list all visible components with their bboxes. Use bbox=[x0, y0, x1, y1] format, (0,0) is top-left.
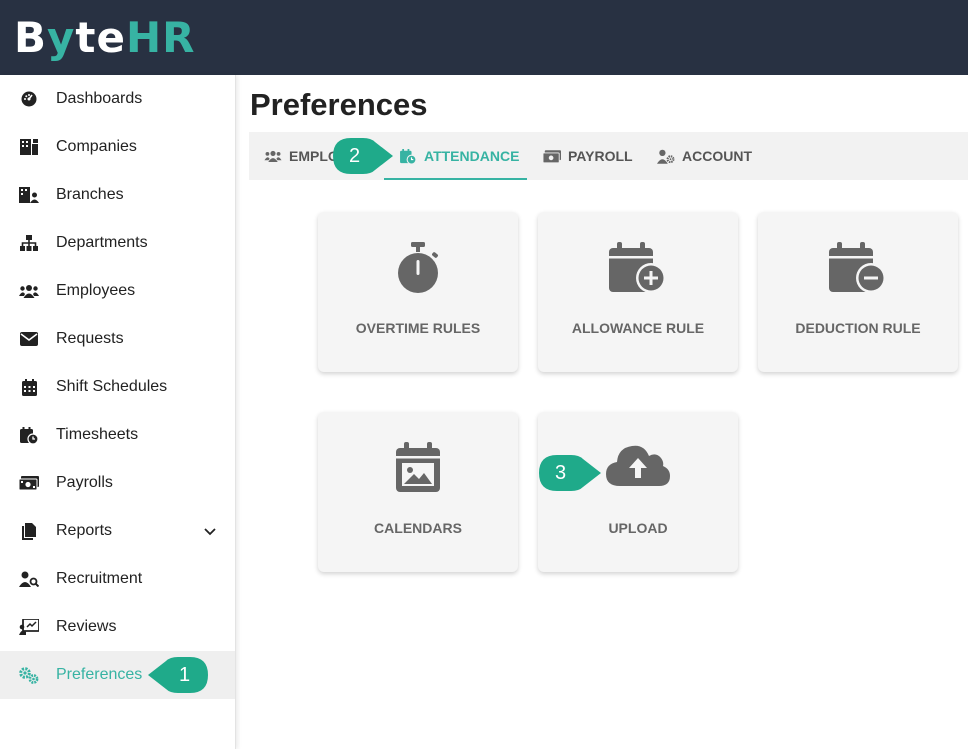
calendar-icon bbox=[19, 377, 39, 397]
file-icon bbox=[19, 521, 39, 541]
sidebar: Dashboards Companies Branches Department… bbox=[0, 75, 236, 749]
sidebar-item-dashboards[interactable]: Dashboards bbox=[0, 75, 235, 123]
card-label: CALENDARS bbox=[374, 520, 462, 536]
sitemap-icon bbox=[19, 233, 39, 253]
sidebar-item-requests[interactable]: Requests bbox=[0, 315, 235, 363]
sidebar-item-label: Payrolls bbox=[56, 474, 113, 491]
sidebar-item-label: Requests bbox=[56, 330, 124, 347]
sidebar-item-label: Reports bbox=[56, 522, 113, 539]
page-title: Preferences bbox=[250, 87, 428, 122]
user-search-icon bbox=[19, 569, 39, 589]
logo-text-te: te bbox=[75, 13, 126, 62]
sidebar-item-label: Reviews bbox=[56, 618, 117, 635]
calendar-minus-icon bbox=[758, 242, 958, 298]
sidebar-item-departments[interactable]: Departments bbox=[0, 219, 235, 267]
users-icon bbox=[264, 147, 282, 165]
sidebar-item-label: Employees bbox=[56, 282, 136, 299]
callout-badge-3: 3 bbox=[537, 454, 601, 492]
overtime-rules-card[interactable]: OVERTIME RULES bbox=[318, 212, 518, 372]
card-label: OVERTIME RULES bbox=[355, 320, 481, 336]
sidebar-item-label: Shift Schedules bbox=[56, 378, 168, 395]
tab-label: ACCOUNT bbox=[682, 148, 752, 164]
envelope-icon bbox=[19, 329, 39, 349]
tab-label: PAYROLL bbox=[568, 148, 633, 164]
calendar-clock-icon bbox=[399, 147, 417, 165]
tab-label: ATTENDANCE bbox=[424, 148, 520, 164]
user-gear-icon bbox=[657, 147, 675, 165]
logo-text-hr: HR bbox=[125, 13, 196, 62]
sidebar-item-label: Timesheets bbox=[56, 426, 139, 443]
calendar-clock-icon bbox=[19, 425, 39, 445]
sidebar-item-employees[interactable]: Employees bbox=[0, 267, 235, 315]
allowance-rule-card[interactable]: ALLOWANCE RULE bbox=[538, 212, 738, 372]
sidebar-item-branches[interactable]: Branches bbox=[0, 171, 235, 219]
callout-number: 3 bbox=[555, 462, 567, 484]
sidebar-item-reviews[interactable]: Reviews bbox=[0, 603, 235, 651]
calendars-card[interactable]: CALENDARS bbox=[318, 412, 518, 572]
logo-text-y: y bbox=[47, 13, 76, 62]
callout-badge-2: 2 bbox=[331, 137, 393, 175]
users-icon bbox=[19, 281, 39, 301]
sidebar-item-label: Recruitment bbox=[56, 570, 143, 587]
sidebar-item-companies[interactable]: Companies bbox=[0, 123, 235, 171]
sidebar-item-shift-schedules[interactable]: Shift Schedules bbox=[0, 363, 235, 411]
dashboard-icon bbox=[19, 89, 39, 109]
stopwatch-icon bbox=[318, 242, 518, 298]
sidebar-item-label: Departments bbox=[56, 234, 148, 251]
card-label: UPLOAD bbox=[608, 520, 668, 536]
sidebar-item-recruitment[interactable]: Recruitment bbox=[0, 555, 235, 603]
callout-number: 1 bbox=[179, 664, 191, 686]
sidebar-item-label: Dashboards bbox=[56, 90, 143, 107]
sidebar-item-label: Companies bbox=[56, 138, 137, 155]
calendar-plus-icon bbox=[538, 242, 738, 298]
deduction-rule-card[interactable]: DEDUCTION RULE bbox=[758, 212, 958, 372]
sidebar-item-label: Branches bbox=[56, 186, 124, 203]
card-label: DEDUCTION RULE bbox=[795, 320, 921, 336]
tab-attendance[interactable]: ATTENDANCE bbox=[384, 132, 527, 180]
money-bill-icon bbox=[19, 473, 39, 493]
tab-payroll[interactable]: PAYROLL bbox=[543, 132, 633, 180]
sidebar-item-label: Preferences bbox=[56, 666, 143, 683]
calendar-image-icon bbox=[318, 442, 518, 498]
gears-icon bbox=[19, 665, 39, 685]
sidebar-item-timesheets[interactable]: Timesheets bbox=[0, 411, 235, 459]
main-content: Preferences EMPLO ATTENDANCE PAYROLL ACC… bbox=[236, 75, 968, 749]
sidebar-item-payrolls[interactable]: Payrolls bbox=[0, 459, 235, 507]
callout-number: 2 bbox=[349, 145, 361, 167]
logo-text-b: B bbox=[14, 13, 48, 62]
money-bill-icon bbox=[543, 147, 561, 165]
sidebar-item-reports[interactable]: Reports bbox=[0, 507, 235, 555]
chalkboard-icon bbox=[19, 617, 39, 637]
building-icon bbox=[19, 137, 39, 157]
card-label: ALLOWANCE RULE bbox=[571, 320, 705, 336]
tab-account[interactable]: ACCOUNT bbox=[657, 132, 752, 180]
callout-badge-1: 1 bbox=[148, 656, 210, 694]
top-bar: ByteHR bbox=[0, 0, 968, 75]
chevron-down-icon[interactable] bbox=[202, 523, 218, 539]
app-logo[interactable]: ByteHR bbox=[14, 14, 195, 62]
branch-building-icon bbox=[19, 185, 39, 205]
